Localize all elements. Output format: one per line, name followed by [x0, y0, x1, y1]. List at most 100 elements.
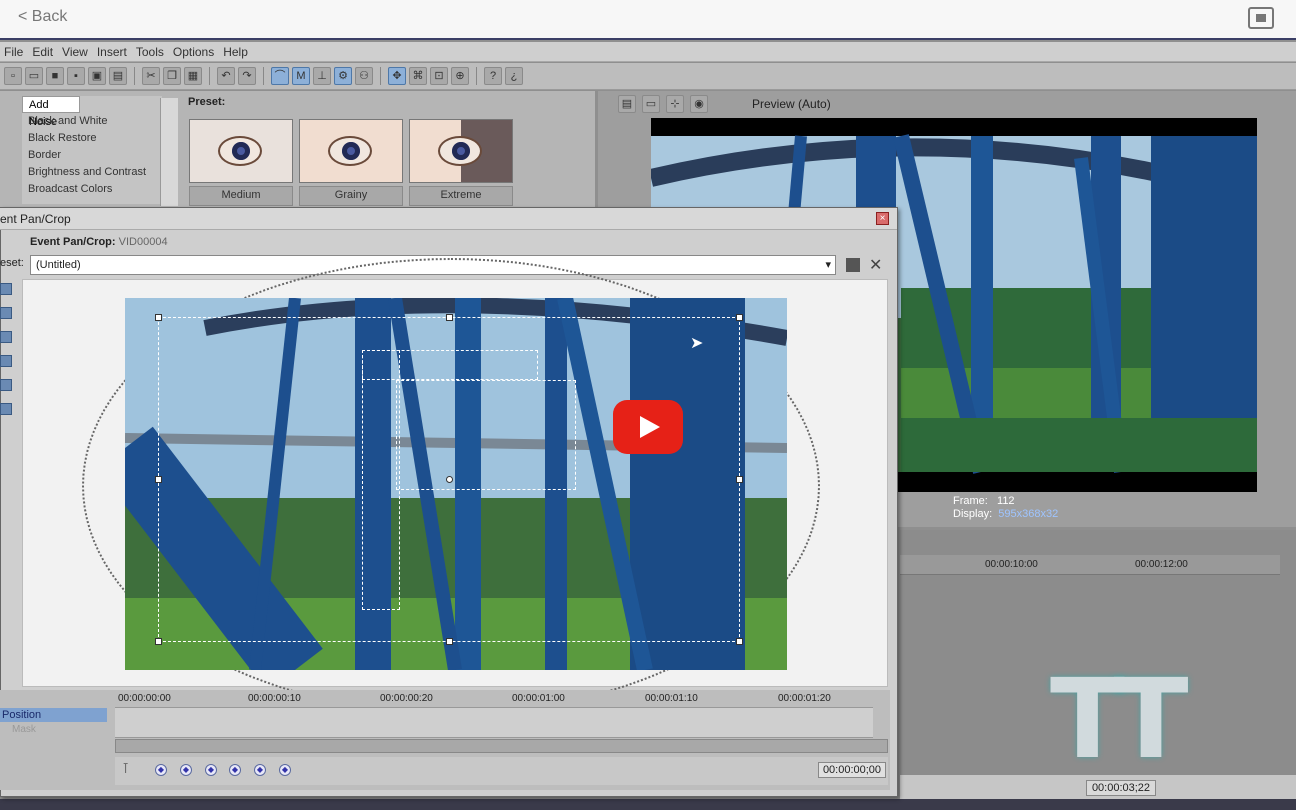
redo-icon[interactable]: ↷ — [238, 67, 256, 85]
preset-thumbnail-grainy[interactable] — [299, 119, 403, 183]
crop-handle[interactable] — [736, 476, 743, 483]
enable-rotation-icon[interactable] — [0, 355, 12, 367]
ruler-mark: 00:00:00:10 — [248, 693, 301, 704]
eye-image — [438, 136, 482, 166]
menu-tools[interactable]: Tools — [136, 45, 164, 59]
frame-indicator-left — [362, 350, 400, 610]
external-monitor-icon[interactable]: ▭ — [642, 95, 660, 113]
keyframe-scrollbar[interactable] — [115, 739, 888, 753]
crop-handle[interactable] — [155, 314, 162, 321]
fx-item-border[interactable]: Border — [22, 147, 162, 164]
preset-label: Preset: — [188, 96, 226, 108]
sync-cursor-icon[interactable]: ⊺ — [122, 760, 129, 777]
preview-properties-icon[interactable]: ▤ — [618, 95, 636, 113]
copy-icon[interactable]: ❐ — [163, 67, 181, 85]
normal-edit-icon[interactable] — [0, 283, 12, 295]
save-icon[interactable]: ■ — [46, 67, 64, 85]
fullscreen-icon[interactable] — [1248, 7, 1274, 29]
envelope-tool-icon[interactable]: ⌘ — [409, 67, 427, 85]
snap-to-grid-icon[interactable] — [0, 379, 12, 391]
crop-handle[interactable] — [446, 638, 453, 645]
crop-handle[interactable] — [155, 476, 162, 483]
preset-thumbnail-extreme[interactable] — [409, 119, 513, 183]
zoom-icon[interactable] — [0, 331, 12, 343]
preview-quality-dropdown[interactable]: Preview (Auto) — [752, 97, 831, 111]
fx-item-brightness-contrast[interactable]: Brightness and Contrast — [22, 164, 162, 181]
move-freely-icon[interactable] — [0, 403, 12, 415]
ruler-mark: 00:00:01:10 — [645, 693, 698, 704]
fx-list-scrollbar[interactable] — [160, 98, 178, 206]
add-keyframe-icon[interactable]: ◆ — [205, 764, 217, 776]
preset-thumbnail-medium[interactable] — [189, 119, 293, 183]
delete-keyframe-icon[interactable]: ◆ — [229, 764, 241, 776]
zoom-tool-icon[interactable]: ⊕ — [451, 67, 469, 85]
new-file-icon[interactable]: ▫ — [4, 67, 22, 85]
fx-item-add-noise[interactable]: Add Noise — [22, 96, 80, 128]
open-folder-icon[interactable]: ▭ — [25, 67, 43, 85]
prev-keyframe-icon[interactable]: ◆ — [180, 764, 192, 776]
timeline-mark: 00:00:12:00 — [1135, 559, 1188, 570]
fx-item-broadcast-colors[interactable]: Broadcast Colors — [22, 181, 162, 198]
what-is-this-icon[interactable]: ? — [484, 67, 502, 85]
toolbar-separator — [380, 67, 381, 85]
snapping-icon[interactable]: ⌒ — [271, 67, 289, 85]
ruler-mark: 00:00:01:20 — [778, 693, 831, 704]
dialog-close-button[interactable]: × — [876, 212, 889, 225]
paste-icon[interactable]: ▦ — [184, 67, 202, 85]
cut-icon[interactable]: ✂ — [142, 67, 160, 85]
youtube-play-icon[interactable] — [613, 400, 683, 454]
frame-indicator-box — [396, 380, 576, 490]
toolbar-separator — [134, 67, 135, 85]
save-preset-icon[interactable] — [846, 258, 860, 272]
auto-crossfade-icon[interactable]: ⚙ — [334, 67, 352, 85]
split-screen-icon[interactable]: ⊹ — [666, 95, 684, 113]
delete-preset-icon[interactable]: ✕ — [869, 255, 882, 275]
menu-edit[interactable]: Edit — [32, 45, 53, 59]
preview-quality-icon[interactable]: ◉ — [690, 95, 708, 113]
help-icon[interactable]: ¿ — [505, 67, 523, 85]
preset-label-medium: Medium — [189, 186, 293, 206]
keyframe-ruler[interactable] — [115, 690, 873, 708]
menu-options[interactable]: Options — [173, 45, 214, 59]
menu-view[interactable]: View — [62, 45, 88, 59]
lock-envelopes-icon[interactable]: ⊥ — [313, 67, 331, 85]
auto-ripple-icon[interactable]: M — [292, 67, 310, 85]
crop-handle[interactable] — [736, 314, 743, 321]
save-as-icon[interactable]: ▪ — [67, 67, 85, 85]
menu-bar: File Edit View Insert Tools Options Help — [0, 42, 1296, 62]
main-timeline-ruler[interactable] — [900, 555, 1280, 575]
frame-label: Frame: — [953, 495, 988, 507]
menu-insert[interactable]: Insert — [97, 45, 127, 59]
properties-icon[interactable]: ▤ — [109, 67, 127, 85]
first-keyframe-icon[interactable]: ◆ — [155, 764, 167, 776]
zoom-edit-icon[interactable] — [0, 307, 12, 319]
cursor-icon: ➤ — [690, 335, 704, 352]
crop-center-handle[interactable] — [446, 476, 453, 483]
undo-icon[interactable]: ↶ — [217, 67, 235, 85]
keyframe-track[interactable] — [115, 708, 873, 738]
normal-edit-tool-icon[interactable]: ✥ — [388, 67, 406, 85]
preset-label-extreme: Extreme — [409, 186, 513, 206]
fx-item-black-and-white[interactable]: Black and White — [22, 113, 162, 130]
crop-handle[interactable] — [446, 314, 453, 321]
ignore-grouping-icon[interactable]: ⚇ — [355, 67, 373, 85]
back-button[interactable]: < Back — [18, 8, 67, 26]
track-mask[interactable]: Mask — [0, 723, 107, 737]
fx-item-black-restore[interactable]: Black Restore — [22, 130, 162, 147]
dialog-subtitle: Event Pan/Crop: VID00004 — [30, 236, 168, 248]
last-keyframe-icon[interactable]: ◆ — [279, 764, 291, 776]
preset-label-grainy: Grainy — [299, 186, 403, 206]
next-keyframe-icon[interactable]: ◆ — [254, 764, 266, 776]
watermark-logo: TT — [1050, 655, 1189, 783]
crop-handle[interactable] — [155, 638, 162, 645]
menu-help[interactable]: Help — [223, 45, 248, 59]
ruler-mark: 00:00:00:00 — [118, 693, 171, 704]
menu-file[interactable]: File — [4, 45, 23, 59]
eye-image — [328, 136, 372, 166]
crop-handle[interactable] — [736, 638, 743, 645]
render-icon[interactable]: ▣ — [88, 67, 106, 85]
track-position[interactable]: Position — [0, 708, 107, 722]
ruler-mark: 00:00:01:00 — [512, 693, 565, 704]
dialog-title-bar[interactable] — [0, 208, 897, 230]
selection-tool-icon[interactable]: ⊡ — [430, 67, 448, 85]
